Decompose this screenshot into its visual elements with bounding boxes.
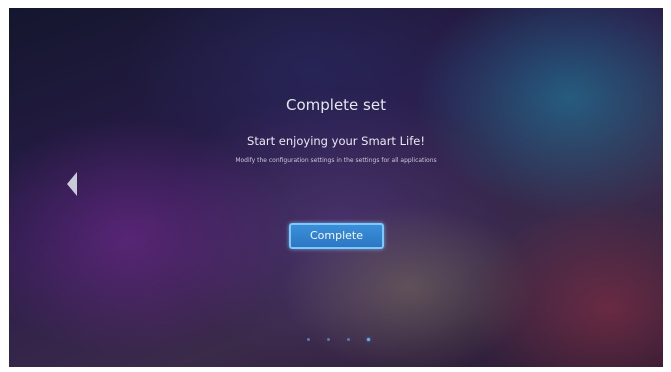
page-subtitle: Start enjoying your Smart Life! xyxy=(247,134,425,148)
outer-frame: Complete set Start enjoying your Smart L… xyxy=(0,0,671,372)
setup-screen: Complete set Start enjoying your Smart L… xyxy=(9,8,663,367)
page-dot-4-active xyxy=(367,338,370,341)
back-arrow-icon[interactable] xyxy=(67,172,77,196)
page-dot-2 xyxy=(327,338,330,341)
page-indicator xyxy=(302,336,372,344)
page-title: Complete set xyxy=(286,96,386,114)
config-hint: Modify the configuration settings in the… xyxy=(235,157,437,164)
complete-button[interactable]: Complete xyxy=(289,223,384,249)
page-dot-1 xyxy=(307,338,310,341)
page-dot-3 xyxy=(347,338,350,341)
